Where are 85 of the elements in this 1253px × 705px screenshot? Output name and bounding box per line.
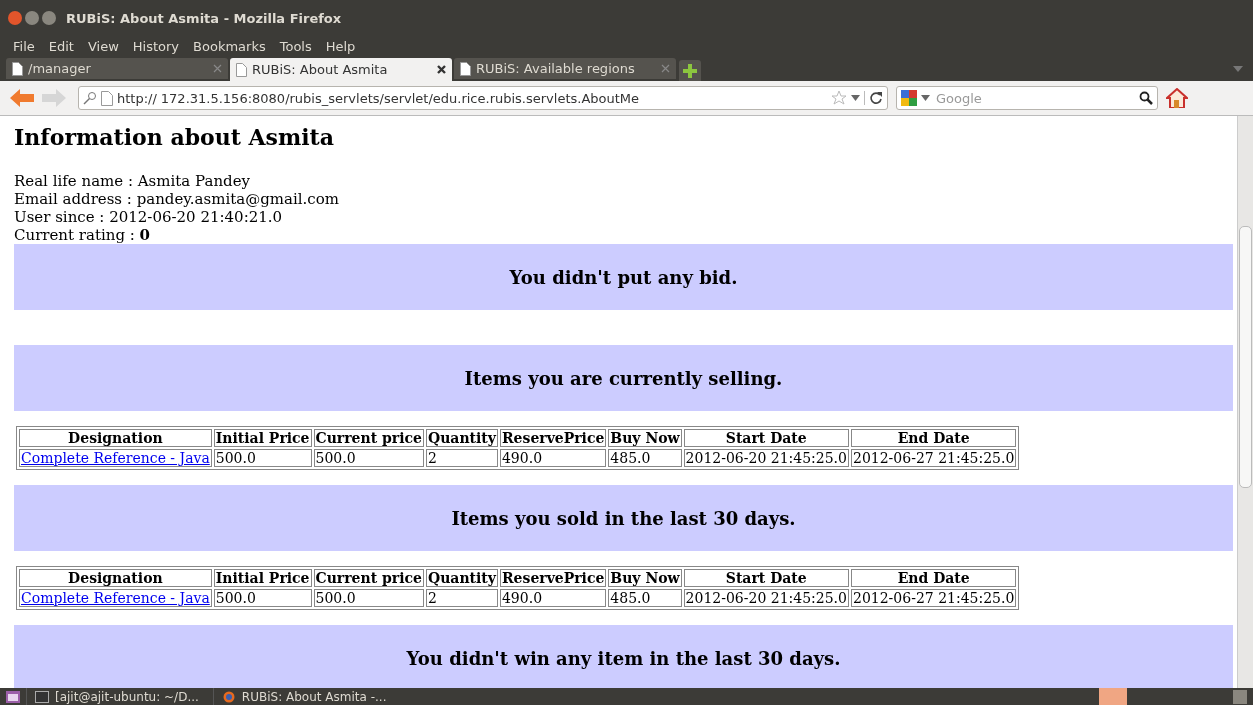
minimize-button[interactable] (25, 11, 39, 25)
address-field[interactable]: http:// 172.31.5.156:8080/rubis_servlets/servlet/edu.rice.rubis.servlets.AboutMe (78, 86, 888, 110)
search-icon[interactable] (1139, 91, 1153, 105)
taskbar-button[interactable]: RUBiS: About Asmita -... (212, 688, 395, 705)
table-cell: 2012-06-20 21:45:25.0 (683, 449, 849, 467)
tab-list-icon[interactable] (1233, 66, 1243, 72)
table-cell: 500.0 (313, 589, 424, 607)
menu-item[interactable]: View (80, 39, 126, 54)
column-header: Start Date (683, 569, 849, 587)
column-header: Current price (313, 569, 424, 587)
section-title: You didn't put any bid. (509, 266, 738, 288)
new-tab-button[interactable] (679, 60, 701, 81)
table-cell: 2012-06-27 21:45:25.0 (851, 589, 1017, 607)
column-header: ReservePrice (499, 569, 607, 587)
item-link[interactable]: Complete Reference - Java (21, 590, 210, 606)
info-line: Real life name : Asmita Pandey (14, 172, 252, 190)
page-icon (12, 61, 23, 76)
column-header: Quantity (425, 429, 498, 447)
google-logo-icon (901, 90, 917, 106)
column-header: Designation (19, 429, 212, 447)
table-cell: 500.0 (213, 449, 312, 467)
browser-tab[interactable]: /manager (6, 58, 228, 79)
close-window-button[interactable] (8, 11, 22, 25)
column-header: Initial Price (213, 569, 312, 587)
table-cell: 2 (425, 449, 498, 467)
url-scheme: http:// (117, 90, 157, 106)
show-desktop-icon[interactable] (6, 691, 20, 703)
menu-item[interactable]: Edit (41, 39, 81, 54)
column-header: End Date (851, 429, 1017, 447)
dropdown-icon[interactable] (851, 95, 860, 101)
info-line: Current rating : 0 (14, 226, 152, 244)
globe-icon (221, 691, 236, 703)
table-cell: 2012-06-20 21:45:25.0 (683, 589, 849, 607)
taskbar-button[interactable]: [ajit@ajit-ubuntu: ~/D... (26, 688, 207, 705)
table-cell: 500.0 (313, 449, 424, 467)
menu-item[interactable]: Help (318, 39, 363, 54)
column-header: End Date (851, 569, 1017, 587)
browser-tab[interactable]: RUBiS: About Asmita (230, 58, 452, 81)
column-header: ReservePrice (499, 429, 607, 447)
taskbar-label: [ajit@ajit-ubuntu: ~/D... (55, 690, 199, 704)
menu-item[interactable]: Bookmarks (186, 39, 273, 54)
menu-item[interactable]: History (125, 39, 187, 54)
table-cell: 485.0 (608, 449, 682, 467)
column-header: Start Date (683, 429, 849, 447)
page-icon (101, 90, 113, 106)
page-heading: Information about Asmita (14, 124, 336, 150)
info-line: Email address : pandey.asmita@gmail.com (14, 190, 340, 208)
tab-close-icon[interactable] (437, 65, 446, 74)
star-icon[interactable] (831, 90, 847, 106)
table-cell: 485.0 (608, 589, 682, 607)
column-header: Initial Price (213, 429, 312, 447)
tab-label: RUBiS: About Asmita (252, 62, 389, 77)
home-icon[interactable] (1166, 88, 1188, 108)
table-cell: 2012-06-27 21:45:25.0 (851, 449, 1017, 467)
table-cell: 2 (425, 589, 498, 607)
table-cell: 490.0 (499, 449, 607, 467)
info-line: User since : 2012-06-20 21:40:21.0 (14, 208, 284, 226)
taskbar-label: RUBiS: About Asmita -... (241, 690, 387, 704)
reload-icon[interactable] (864, 91, 883, 105)
section-title: You didn't win any item in the last 30 days. (406, 647, 841, 669)
section-title: Items you sold in the last 30 days. (451, 507, 796, 529)
item-link[interactable]: Complete Reference - Java (21, 450, 210, 466)
column-header: Designation (19, 569, 212, 587)
column-header: Buy Now (608, 429, 682, 447)
window-title: RUBiS: About Asmita - Mozilla Firefox (66, 10, 342, 26)
table-cell: 490.0 (499, 589, 607, 607)
search-bar[interactable]: Google (896, 86, 1158, 110)
scrollbar[interactable] (1237, 116, 1253, 688)
column-header: Current price (313, 429, 424, 447)
menu-item[interactable]: File (6, 39, 42, 54)
back-icon[interactable] (10, 89, 34, 107)
key-icon (83, 91, 97, 105)
browser-tab[interactable]: RUBiS: Available regions (454, 58, 676, 79)
table-cell: 500.0 (213, 589, 312, 607)
tab-label: /manager (28, 61, 92, 76)
page-icon (460, 61, 471, 76)
column-header: Buy Now (608, 569, 682, 587)
menu-item[interactable]: Tools (272, 39, 319, 54)
page-icon (236, 62, 247, 77)
column-header: Quantity (425, 569, 498, 587)
url-text: 172.31.5.156:8080/rubis_servlets/servlet/edu.rice.rubis.servlets.AboutMe (160, 90, 641, 106)
dropdown-icon[interactable] (921, 95, 930, 101)
section-title: Items you are currently selling. (464, 367, 783, 389)
maximize-button[interactable] (42, 11, 56, 25)
tab-label: RUBiS: Available regions (476, 61, 636, 76)
